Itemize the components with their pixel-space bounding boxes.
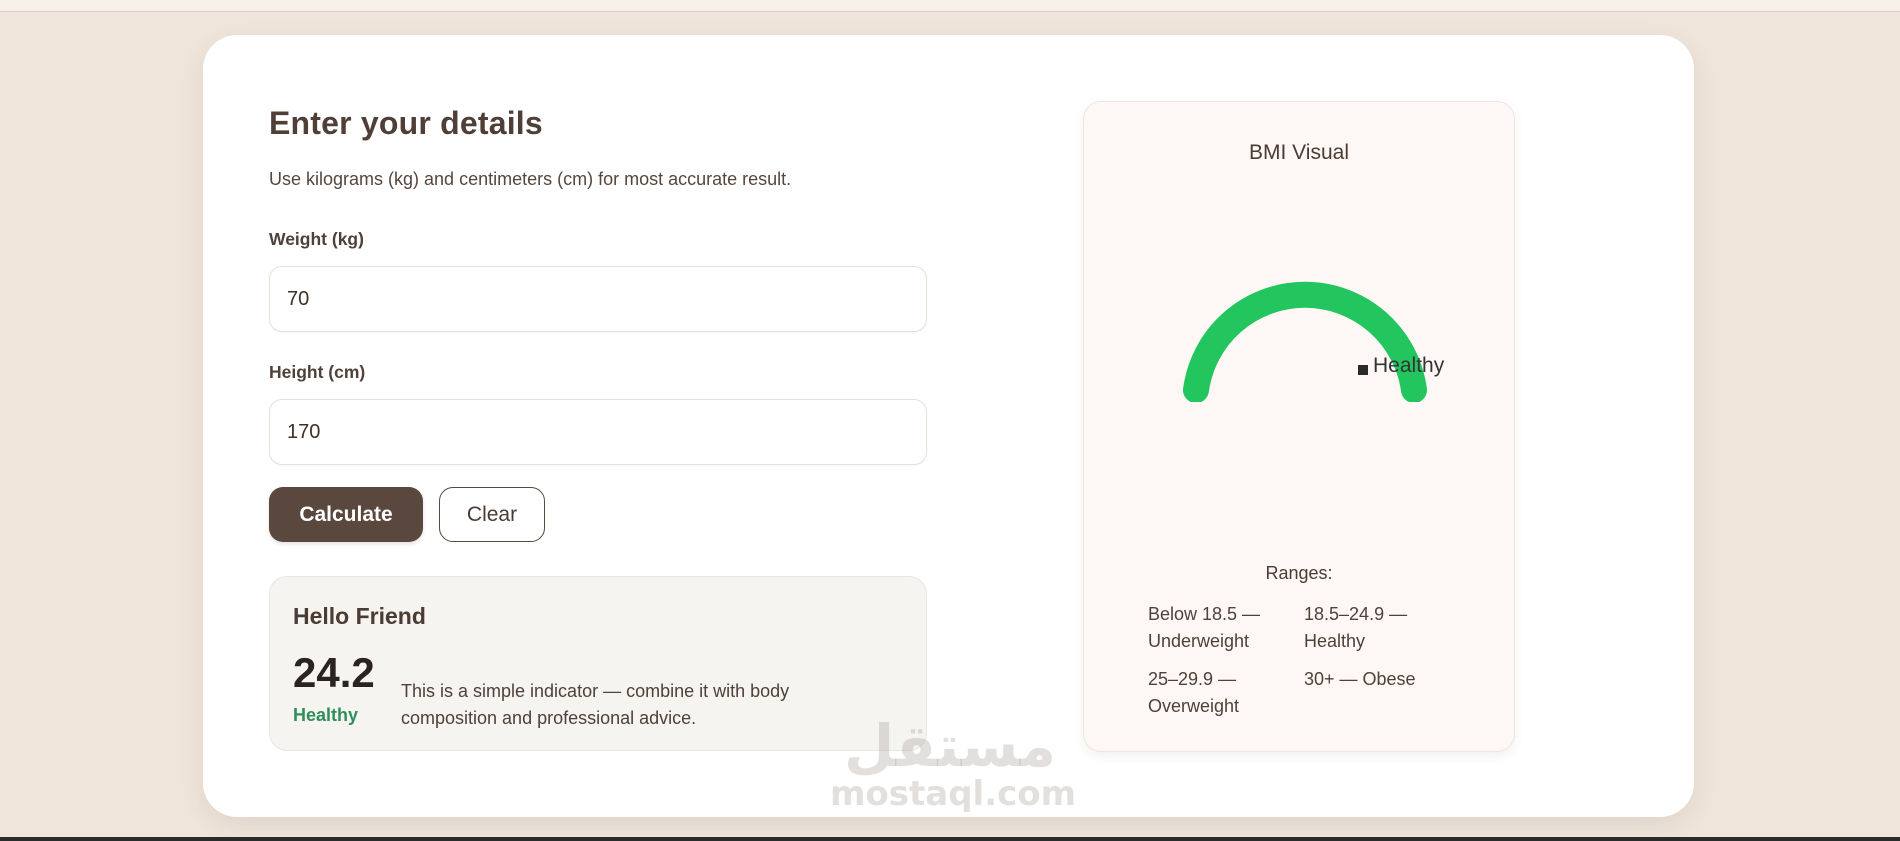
clear-button[interactable]: Clear bbox=[439, 487, 545, 542]
height-label: Height (cm) bbox=[269, 362, 366, 382]
weight-input[interactable] bbox=[269, 266, 927, 332]
calculate-button[interactable]: Calculate bbox=[269, 487, 423, 542]
bmi-visual-panel: BMI Visual Healthy Ranges: Below 18.5 — … bbox=[1083, 101, 1515, 752]
visual-title: BMI Visual bbox=[1249, 141, 1349, 164]
browser-bottom-edge bbox=[0, 837, 1900, 841]
bmi-value: 24.2 bbox=[293, 649, 375, 696]
result-greeting: Hello Friend bbox=[293, 603, 426, 629]
legend-label: Healthy bbox=[1373, 354, 1445, 377]
ranges-title: Ranges: bbox=[1265, 563, 1333, 583]
units-hint: Use kilograms (kg) and centimeters (cm) … bbox=[269, 169, 792, 189]
legend-swatch bbox=[1358, 365, 1368, 375]
form-actions: Calculate Clear bbox=[269, 487, 929, 542]
range-healthy: 18.5–24.9 — Healthy bbox=[1304, 604, 1408, 651]
browser-top-edge bbox=[0, 0, 1900, 12]
watermark-latin: mostaql.com bbox=[830, 774, 1077, 814]
bmi-status: Healthy bbox=[293, 705, 359, 725]
result-panel: Hello Friend 24.2 Healthy This is a simp… bbox=[269, 576, 927, 751]
details-form: Enter your details Use kilograms (kg) an… bbox=[269, 105, 929, 751]
range-obese: 30+ — Obese bbox=[1304, 669, 1416, 689]
form-title: Enter your details bbox=[269, 105, 543, 141]
bmi-calculator-card: Enter your details Use kilograms (kg) an… bbox=[203, 35, 1694, 817]
height-input[interactable] bbox=[269, 399, 927, 465]
result-note: This is a simple indicator — combine it … bbox=[401, 681, 790, 728]
watermark-arabic: مستقل bbox=[843, 712, 1057, 780]
bmi-gauge bbox=[1183, 281, 1427, 402]
mostaql-watermark: مستقل mostaql.com bbox=[830, 712, 1077, 814]
range-overweight: 25–29.9 — Overweight bbox=[1148, 669, 1240, 716]
range-underweight: Below 18.5 — Underweight bbox=[1148, 604, 1261, 651]
weight-label: Weight (kg) bbox=[269, 229, 364, 249]
